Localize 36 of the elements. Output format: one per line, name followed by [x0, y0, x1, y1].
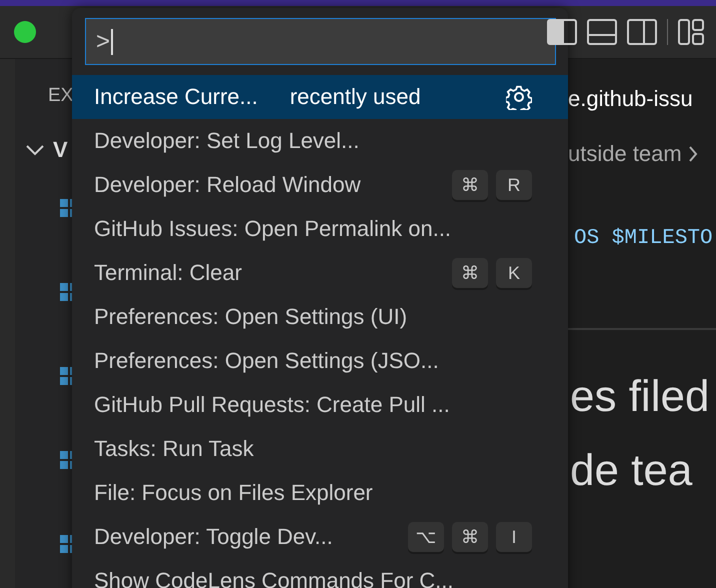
- editor-tab[interactable]: e.github-issu: [568, 86, 716, 120]
- command-item[interactable]: GitHub Pull Requests: Create Pull ...: [72, 383, 568, 427]
- sidebar-toggle-icon[interactable]: [547, 19, 577, 45]
- keyboard-key: I: [496, 522, 532, 552]
- heading-text: de tea: [570, 445, 694, 497]
- settings-icon[interactable]: [506, 84, 532, 110]
- window-zoom-button[interactable]: [14, 21, 36, 43]
- command-item[interactable]: Increase Curre... recently used: [72, 75, 568, 119]
- panel-toggle-icon[interactable]: [587, 19, 617, 45]
- command-item[interactable]: File: Focus on Files Explorer: [72, 471, 568, 515]
- command-item[interactable]: Developer: Reload Window ⌘ R: [72, 163, 568, 207]
- chevron-down-icon[interactable]: [25, 144, 45, 156]
- chevron-right-icon: [688, 145, 698, 163]
- keyboard-key: R: [496, 170, 532, 200]
- command-item[interactable]: Terminal: Clear ⌘ K: [72, 251, 568, 295]
- command-item[interactable]: GitHub Issues: Open Permalink on...: [72, 207, 568, 251]
- section-title[interactable]: V: [53, 137, 68, 163]
- command-item[interactable]: Tasks: Run Task: [72, 427, 568, 471]
- keyboard-key: ⌘: [452, 258, 488, 288]
- command-input[interactable]: >: [85, 18, 556, 65]
- keyboard-key: ⌥: [408, 522, 444, 552]
- command-item[interactable]: Developer: Set Log Level...: [72, 119, 568, 163]
- heading-text: es filed: [570, 371, 710, 423]
- recently-used-label: recently used: [290, 84, 421, 110]
- keyboard-key: K: [496, 258, 532, 288]
- keyboard-key: ⌘: [452, 522, 488, 552]
- command-item[interactable]: Preferences: Open Settings (JSO...: [72, 339, 568, 383]
- command-item[interactable]: Show CodeLens Commands For C...: [72, 559, 568, 588]
- keyboard-key: ⌘: [452, 170, 488, 200]
- code-line: OS $MILESTO: [574, 227, 714, 250]
- layout-icon[interactable]: [678, 19, 704, 45]
- split-editor-icon[interactable]: [627, 19, 657, 45]
- sidebar-title: EX: [48, 85, 74, 107]
- command-item[interactable]: Preferences: Open Settings (UI): [72, 295, 568, 339]
- command-item[interactable]: Developer: Toggle Dev... ⌥ ⌘ I: [72, 515, 568, 559]
- breadcrumb-item[interactable]: utside team: [568, 141, 682, 167]
